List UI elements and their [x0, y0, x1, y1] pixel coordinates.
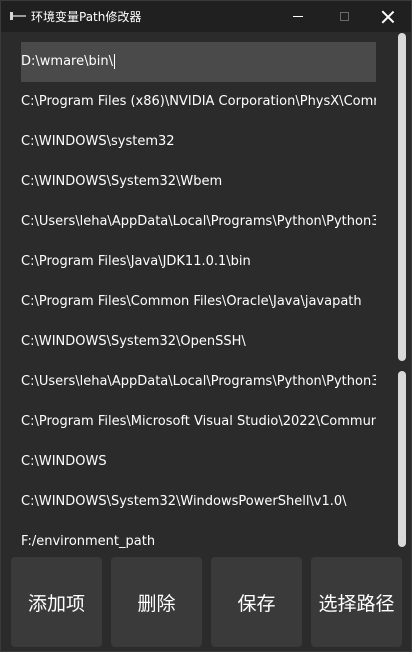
maximize-icon	[339, 12, 349, 21]
text-caret	[113, 54, 115, 69]
scrollbar-thumb[interactable]	[398, 33, 406, 361]
close-icon	[381, 10, 395, 24]
list-item-label: C:\WINDOWS	[21, 454, 107, 469]
minimize-button[interactable]	[275, 1, 321, 32]
path-list[interactable]: D:\wmare\bin\ C:\Program Files (x86)\NVI…	[1, 33, 411, 553]
list-item[interactable]: C:\Program Files\Common Files\Oracle\Jav…	[21, 282, 376, 322]
add-item-button[interactable]: 添加项	[11, 557, 102, 647]
list-item[interactable]: C:\Users\leha\AppData\Local\Programs\Pyt…	[21, 202, 376, 242]
action-button-row: 添加项 删除 保存 选择路径	[11, 557, 403, 647]
maximize-button[interactable]	[321, 1, 367, 32]
scrollbar-track[interactable]	[398, 371, 406, 547]
title-bar[interactable]: 环境变量Path修改器	[1, 1, 411, 32]
list-item[interactable]: F:/environment_path	[21, 522, 376, 553]
list-item-editing[interactable]: D:\wmare\bin\	[21, 42, 376, 82]
close-button[interactable]	[365, 1, 411, 32]
save-button[interactable]: 保存	[211, 557, 302, 647]
app-icon	[10, 12, 26, 20]
vertical-scrollbar[interactable]	[397, 33, 407, 548]
list-item[interactable]: C:\Program Files\Microsoft Visual Studio…	[21, 402, 376, 442]
delete-button[interactable]: 删除	[111, 557, 202, 647]
list-item[interactable]: C:\WINDOWS	[21, 442, 376, 482]
list-item-label: C:\WINDOWS\System32\WindowsPowerShell\v1…	[21, 494, 347, 509]
minimize-icon	[293, 16, 303, 17]
list-item-label: C:\Users\leha\AppData\Local\Programs\Pyt…	[21, 214, 376, 229]
list-item-label: C:\WINDOWS\system32	[21, 134, 175, 149]
list-item-label: C:\Users\leha\AppData\Local\Programs\Pyt…	[21, 374, 376, 389]
list-item-label: C:\WINDOWS\System32\OpenSSH\	[21, 334, 246, 349]
list-item-label: F:/environment_path	[21, 534, 156, 549]
list-item[interactable]: C:\WINDOWS\System32\OpenSSH\	[21, 322, 376, 362]
list-item-edit-field[interactable]: D:\wmare\bin\	[21, 54, 113, 69]
list-item-label: C:\WINDOWS\System32\Wbem	[21, 174, 223, 189]
app-window: 环境变量Path修改器 D:\wmare\bin\ C:\Program Fil…	[0, 0, 412, 652]
choose-path-button[interactable]: 选择路径	[311, 557, 402, 647]
list-item[interactable]: C:\WINDOWS\System32\WindowsPowerShell\v1…	[21, 482, 376, 522]
list-item[interactable]: C:\Users\leha\AppData\Local\Programs\Pyt…	[21, 362, 376, 402]
list-item[interactable]: C:\Program Files\Java\JDK11.0.1\bin	[21, 242, 376, 282]
list-item-label: C:\Program Files\Common Files\Oracle\Jav…	[21, 294, 362, 309]
list-item-label: C:\Program Files (x86)\NVIDIA Corporatio…	[21, 94, 376, 109]
list-item[interactable]: C:\WINDOWS\system32	[21, 122, 376, 162]
list-item-label: C:\Program Files\Microsoft Visual Studio…	[21, 414, 376, 429]
window-title: 环境变量Path修改器	[31, 10, 142, 24]
list-item[interactable]: C:\Program Files (x86)\NVIDIA Corporatio…	[21, 82, 376, 122]
list-item-label: C:\Program Files\Java\JDK11.0.1\bin	[21, 254, 251, 269]
list-item[interactable]: C:\WINDOWS\System32\Wbem	[21, 162, 376, 202]
